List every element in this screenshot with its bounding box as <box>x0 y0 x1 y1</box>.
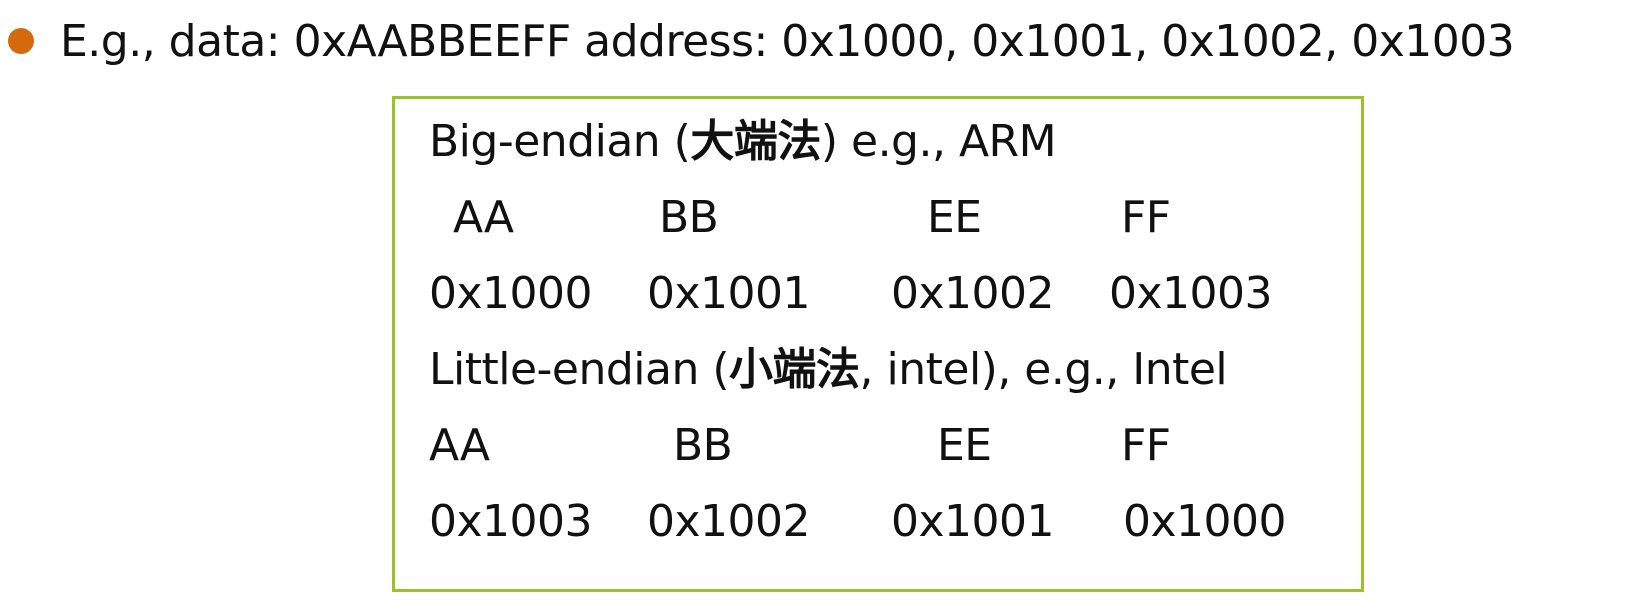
big-endian-byte: FF <box>1121 192 1171 243</box>
little-endian-address: 0x1002 <box>647 496 811 547</box>
little-endian-title-prefix: Little-endian ( <box>429 344 730 395</box>
big-endian-byte: EE <box>927 192 982 243</box>
little-endian-byte: BB <box>673 420 733 471</box>
endianness-box: Big-endian (大端法) e.g., ARM AA BB EE FF 0… <box>392 96 1364 592</box>
big-endian-address: 0x1000 <box>429 268 593 319</box>
big-endian-address: 0x1002 <box>891 268 1055 319</box>
big-endian-byte: AA <box>453 192 514 243</box>
little-endian-address: 0x1001 <box>891 496 1055 547</box>
bullet-dot-icon <box>8 28 34 54</box>
little-endian-byte: FF <box>1121 420 1171 471</box>
big-endian-title-suffix: ) e.g., ARM <box>820 116 1057 167</box>
big-endian-byte: BB <box>659 192 719 243</box>
example-bullet: E.g., data: 0xAABBEEFF address: 0x1000, … <box>8 6 1515 76</box>
big-endian-address: 0x1001 <box>647 268 811 319</box>
little-endian-address: 0x1000 <box>1123 496 1287 547</box>
big-endian-title-prefix: Big-endian ( <box>429 116 691 167</box>
little-endian-byte: AA <box>429 420 490 471</box>
big-endian-title: Big-endian (大端法) e.g., ARM <box>429 107 1057 177</box>
example-bullet-text: E.g., data: 0xAABBEEFF address: 0x1000, … <box>60 15 1515 67</box>
little-endian-title-cjk: 小端法 <box>729 344 860 395</box>
little-endian-title-suffix: , intel), e.g., Intel <box>859 344 1228 395</box>
little-endian-title: Little-endian (小端法, intel), e.g., Intel <box>429 335 1228 405</box>
big-endian-address: 0x1003 <box>1109 268 1273 319</box>
little-endian-address: 0x1003 <box>429 496 593 547</box>
little-endian-byte: EE <box>937 420 992 471</box>
big-endian-title-cjk: 大端法 <box>690 116 821 167</box>
